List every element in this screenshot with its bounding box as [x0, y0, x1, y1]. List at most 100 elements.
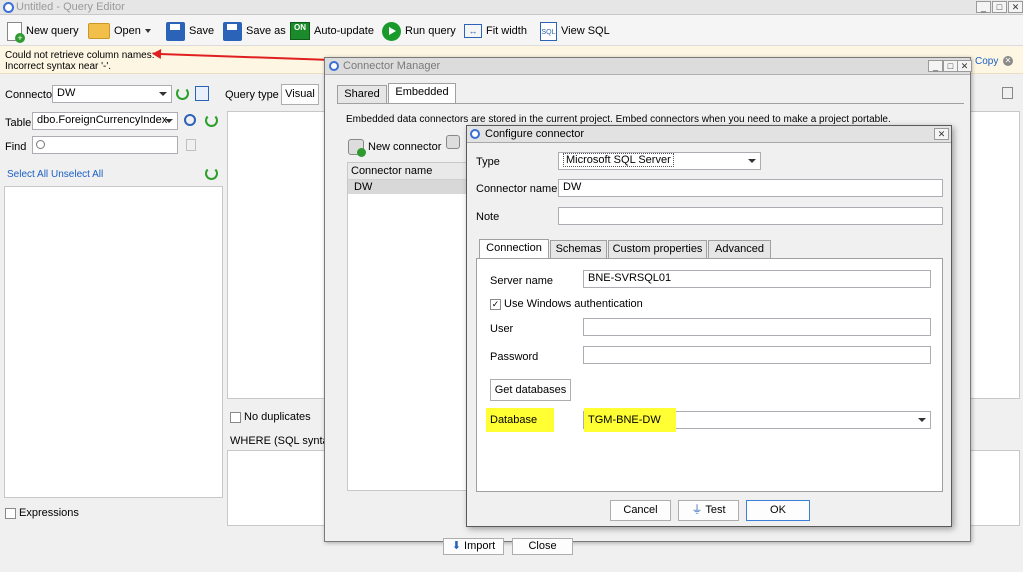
maximize-button[interactable]: □: [943, 60, 958, 72]
refresh-connector-icon[interactable]: [176, 87, 189, 100]
view-sql-button[interactable]: SQL View SQL: [540, 18, 610, 44]
import-arrow-icon: ⬇: [451, 540, 461, 552]
delete-icon[interactable]: [1002, 87, 1013, 99]
columns-list[interactable]: [4, 186, 223, 498]
close-dialog-button[interactable]: Close: [512, 538, 573, 555]
type-select-value: Microsoft SQL Server: [563, 153, 674, 167]
windows-auth-checkbox[interactable]: ✓: [490, 299, 501, 310]
tab-embedded[interactable]: Embedded: [388, 83, 456, 104]
auto-update-button[interactable]: ON Auto-update: [290, 18, 374, 44]
database-settings-icon[interactable]: [195, 86, 209, 101]
configure-connector-title-bar: Configure connector ✕: [467, 126, 951, 143]
unselect-all-link[interactable]: Unselect All: [51, 169, 103, 180]
table-select[interactable]: dbo.ForeignCurrencyIndex: [32, 112, 178, 130]
save-disk-icon: [166, 21, 185, 41]
user-input[interactable]: [583, 318, 931, 336]
open-button[interactable]: Open: [88, 18, 151, 44]
import-label: Import: [464, 540, 496, 552]
ok-button[interactable]: OK: [746, 500, 810, 521]
chevron-down-icon: [918, 418, 926, 422]
windows-auth-label: Use Windows authentication: [504, 298, 643, 310]
no-duplicates-checkbox[interactable]: [230, 412, 241, 423]
run-play-icon: [382, 21, 401, 41]
fit-width-button[interactable]: ↔ Fit width: [464, 18, 527, 44]
toolbar: + New query Open Save Save as ON Auto-up…: [0, 15, 1023, 46]
refresh-table-icon[interactable]: [205, 114, 218, 127]
query-type-label: Query type: [225, 89, 279, 101]
tab-advanced[interactable]: Advanced: [708, 240, 771, 259]
test-button[interactable]: ⏚ Test: [678, 500, 739, 521]
close-button[interactable]: ✕: [934, 128, 949, 140]
auto-update-on-icon: ON: [290, 22, 310, 40]
auto-update-label: Auto-update: [314, 25, 374, 37]
minimize-button[interactable]: _: [928, 60, 943, 72]
cancel-button[interactable]: Cancel: [610, 500, 671, 521]
where-clause-editor[interactable]: [227, 450, 327, 526]
import-button[interactable]: ⬇ Import: [443, 538, 504, 555]
refresh-columns-icon[interactable]: [205, 167, 218, 180]
connector-label: Connector: [5, 89, 56, 101]
configure-connector-title: Configure connector: [485, 128, 585, 140]
dropdown-arrow-icon[interactable]: [144, 29, 151, 33]
window-title: Untitled - Query Editor: [16, 1, 125, 13]
database-delete-icon[interactable]: [446, 135, 460, 149]
visual-query-button[interactable]: Visual: [281, 84, 319, 105]
tab-custom-properties[interactable]: Custom properties: [608, 240, 707, 259]
tab-divider: [337, 103, 964, 104]
user-label: User: [490, 323, 514, 335]
tab-connection[interactable]: Connection: [479, 239, 549, 259]
configure-connector-dialog: Configure connector ✕ Type Microsoft SQL…: [466, 125, 952, 527]
query-canvas[interactable]: [227, 111, 327, 399]
minimize-button[interactable]: _: [976, 1, 991, 13]
database-select-value: TGM-BNE-DW: [584, 408, 676, 432]
dismiss-error-icon[interactable]: ✕: [1003, 56, 1013, 66]
connector-list-header: Connector name: [348, 163, 467, 180]
copy-link[interactable]: Copy: [975, 56, 998, 67]
server-name-input[interactable]: BNE-SVRSQL01: [583, 270, 931, 288]
connector-select-value: DW: [57, 87, 76, 99]
new-query-button[interactable]: + New query: [7, 18, 79, 44]
note-input[interactable]: [558, 207, 943, 225]
new-query-label: New query: [26, 25, 79, 37]
new-connector-button[interactable]: New connector: [348, 134, 441, 160]
test-label: Test: [705, 504, 726, 516]
connector-list[interactable]: Connector name DW: [347, 162, 468, 491]
password-input[interactable]: [583, 346, 931, 364]
get-databases-button[interactable]: Get databases: [490, 379, 571, 401]
find-input[interactable]: [32, 136, 178, 154]
save-button[interactable]: Save: [166, 18, 214, 44]
connector-manager-title: Connector Manager: [343, 60, 441, 72]
save-as-button[interactable]: Save as: [223, 18, 286, 44]
select-all-link[interactable]: Select All: [7, 169, 48, 180]
run-query-label: Run query: [405, 25, 456, 37]
trash-icon: [186, 139, 196, 151]
close-button[interactable]: ✕: [1008, 1, 1023, 13]
error-line-1: Could not retrieve column names:: [5, 50, 155, 61]
tab-shared[interactable]: Shared: [337, 85, 387, 104]
run-query-button[interactable]: Run query: [382, 18, 456, 44]
connector-select[interactable]: DW: [52, 85, 172, 103]
save-as-disk-icon: [223, 21, 242, 41]
type-select[interactable]: Microsoft SQL Server: [558, 152, 761, 170]
sql-document-icon: SQL: [540, 21, 557, 41]
save-as-label: Save as: [246, 25, 286, 37]
list-item[interactable]: DW: [348, 180, 467, 194]
expressions-label: Expressions: [19, 507, 79, 519]
close-button[interactable]: ✕: [957, 60, 972, 72]
embedded-description: Embedded data connectors are stored in t…: [346, 114, 891, 125]
search-icon: [36, 140, 45, 149]
open-label: Open: [114, 25, 141, 37]
new-document-icon: +: [7, 21, 25, 43]
main-title-bar: Untitled - Query Editor _ □ ✕: [0, 0, 1023, 15]
inspect-table-icon[interactable]: [184, 114, 196, 126]
fit-width-icon: ↔: [464, 24, 482, 38]
tab-schemas[interactable]: Schemas: [550, 240, 607, 259]
no-duplicates-label: No duplicates: [244, 411, 311, 423]
connector-name-input[interactable]: DW: [558, 179, 943, 197]
expressions-checkbox[interactable]: [5, 508, 16, 519]
database-select[interactable]: TGM-BNE-DW: [583, 408, 931, 432]
maximize-button[interactable]: □: [992, 1, 1007, 13]
save-label: Save: [189, 25, 215, 37]
app-icon: [3, 2, 14, 13]
chevron-down-icon: [748, 159, 756, 163]
